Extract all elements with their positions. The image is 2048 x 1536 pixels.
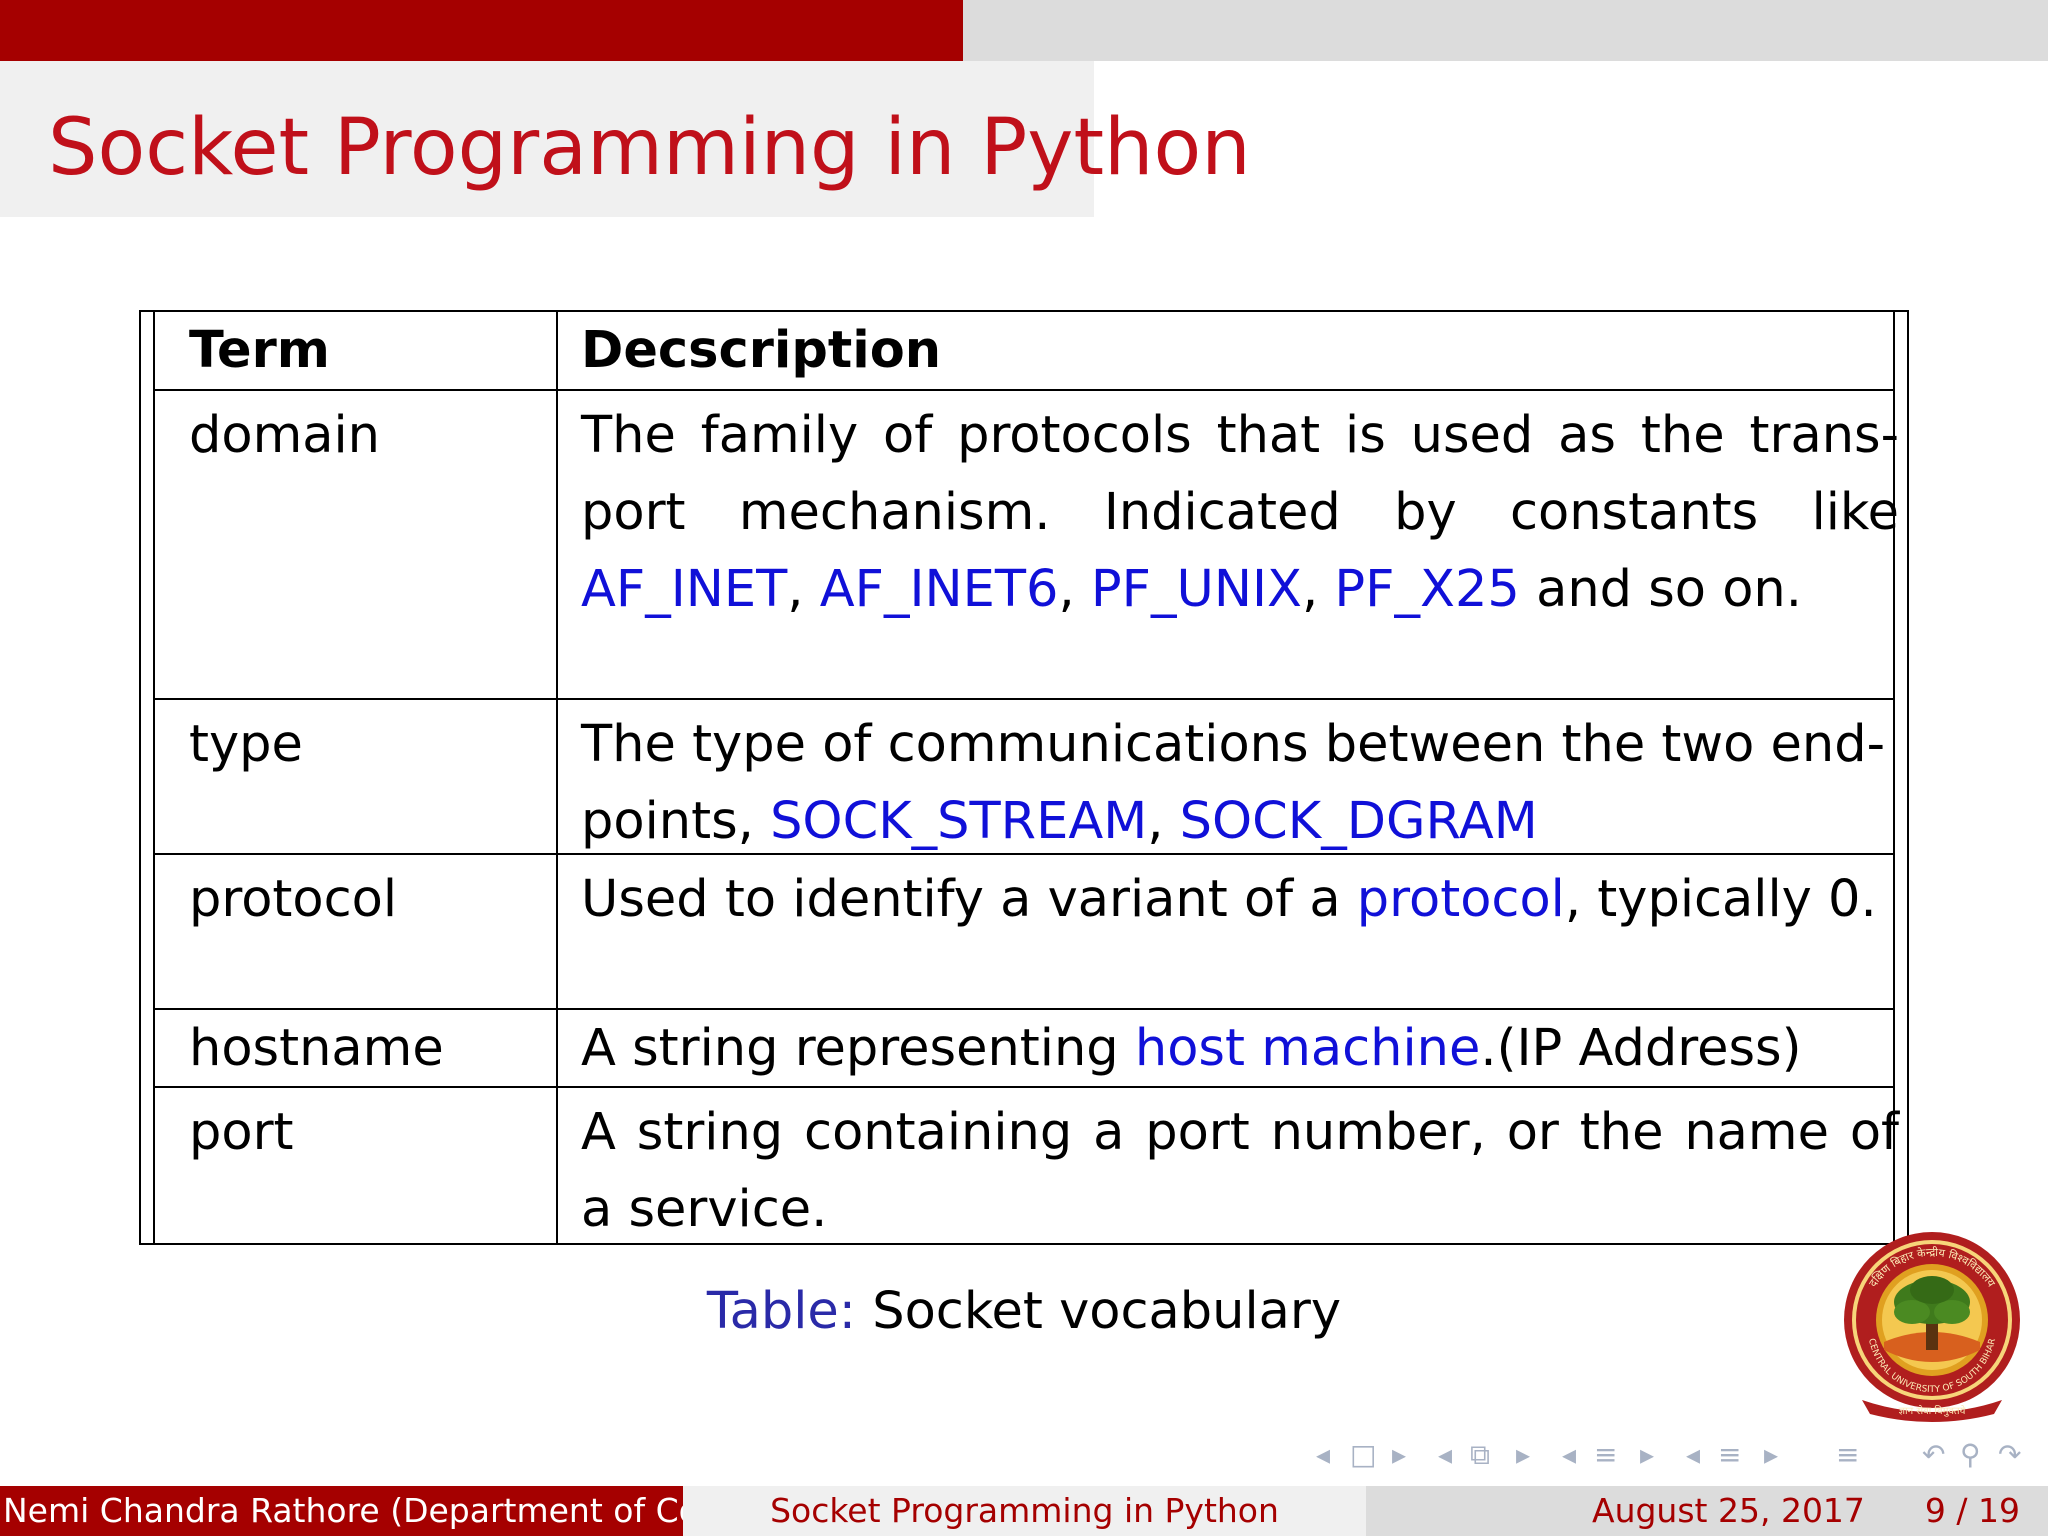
footer-page-number: 9 / 19 [1924, 1491, 2020, 1530]
footer-author: Nemi Chandra Rathore (Department of Comp [0, 1486, 683, 1536]
table-row: protocol Used to identify a variant of a… [153, 853, 1895, 1010]
keyword-link[interactable]: protocol [1357, 870, 1565, 929]
table-header-row: Term Decscription [153, 310, 1895, 391]
slide: Socket Programming in Python Term Decscr… [0, 0, 2048, 1536]
seal-motto: ज्ञान सेवा विमुक्तये [1899, 1405, 1966, 1417]
table-row: hostname A string representing host mach… [153, 1008, 1895, 1088]
footer-title: Socket Programming in Python [683, 1486, 1366, 1536]
nav-subsection-icon[interactable]: ⧉ [1470, 1438, 1490, 1472]
nav-subsection-next-icon[interactable]: ▸ [1516, 1438, 1530, 1471]
keyword-link[interactable]: AF_INET6 [820, 560, 1059, 619]
keyword-link[interactable]: SOCK_STREAM [770, 792, 1147, 851]
nav-forward-icon[interactable]: ↷ [1998, 1438, 2021, 1471]
nav-frame-icon[interactable]: □ [1350, 1438, 1376, 1471]
keyword-link[interactable]: PF_UNIX [1091, 560, 1302, 619]
nav-subsection-prev-icon[interactable]: ◂ [1438, 1438, 1452, 1471]
header-description: Decscription [581, 321, 942, 380]
caption-label: Table: [706, 1282, 856, 1341]
keyword-link[interactable]: PF_X25 [1334, 560, 1519, 619]
footer-date: August 25, 2017 [1592, 1491, 1865, 1530]
navigation-bar: ◂ □ ▸ ◂ ⧉ ▸ ◂ ≡ ▸ ◂ ≡ ▸ ≡ ↶ ⚲ ↷ [1310, 1430, 2040, 1478]
term-cell: hostname [189, 1019, 444, 1078]
nav-doc-next-icon[interactable]: ▸ [1764, 1438, 1778, 1471]
description-cell: A string representing host machine.(IP A… [581, 1019, 1802, 1078]
nav-toc-icon[interactable]: ≡ [1836, 1438, 1859, 1471]
term-cell: port [189, 1103, 294, 1162]
term-cell: domain [189, 406, 381, 465]
vocabulary-table: Term Decscription domain The family of p… [139, 310, 1909, 1245]
slide-title: Socket Programming in Python [48, 103, 1251, 193]
nav-search-icon[interactable]: ⚲ [1960, 1438, 1981, 1471]
description-cell: The type of communications between the t… [581, 715, 1886, 851]
header-term: Term [189, 321, 330, 380]
term-cell: protocol [189, 870, 398, 929]
nav-section-next-icon[interactable]: ▸ [1640, 1438, 1654, 1471]
table-row: port A string containing a port number, … [153, 1086, 1899, 1245]
keyword-link[interactable]: AF_INET [581, 560, 787, 619]
description-cell: Used to identify a variant of a protocol… [581, 870, 1877, 929]
nav-frame-next-icon[interactable]: ▸ [1392, 1438, 1406, 1471]
table-caption: Table: Socket vocabulary [0, 1275, 2048, 1349]
nav-doc-icon[interactable]: ≡ [1718, 1438, 1741, 1471]
description-cell: A string containing a port number, or th… [581, 1103, 1899, 1239]
nav-section-icon[interactable]: ≡ [1594, 1438, 1617, 1471]
footer-right: August 25, 2017 9 / 19 [1366, 1486, 2048, 1536]
term-cell: type [189, 715, 303, 774]
progress-bar [0, 0, 2048, 61]
keyword-link[interactable]: SOCK_DGRAM [1180, 792, 1538, 851]
footer: Nemi Chandra Rathore (Department of Comp… [0, 1486, 2048, 1536]
keyword-link[interactable]: host machine [1135, 1019, 1480, 1078]
description-cell: The family of protocols that is used as … [581, 406, 1899, 619]
table-row: domain The family of protocols that is u… [153, 389, 1899, 700]
nav-back-icon[interactable]: ↶ [1922, 1438, 1945, 1471]
progress-bar-fill [0, 0, 963, 61]
university-seal-logo: दक्षिण बिहार केन्द्रीय विश्वविद्यालय CEN… [1844, 1232, 2020, 1422]
table-row: type The type of communications between … [153, 698, 1895, 855]
nav-frame-prev-icon[interactable]: ◂ [1316, 1438, 1330, 1471]
nav-section-prev-icon[interactable]: ◂ [1562, 1438, 1576, 1471]
nav-doc-prev-icon[interactable]: ◂ [1686, 1438, 1700, 1471]
caption-text: Socket vocabulary [872, 1282, 1342, 1341]
